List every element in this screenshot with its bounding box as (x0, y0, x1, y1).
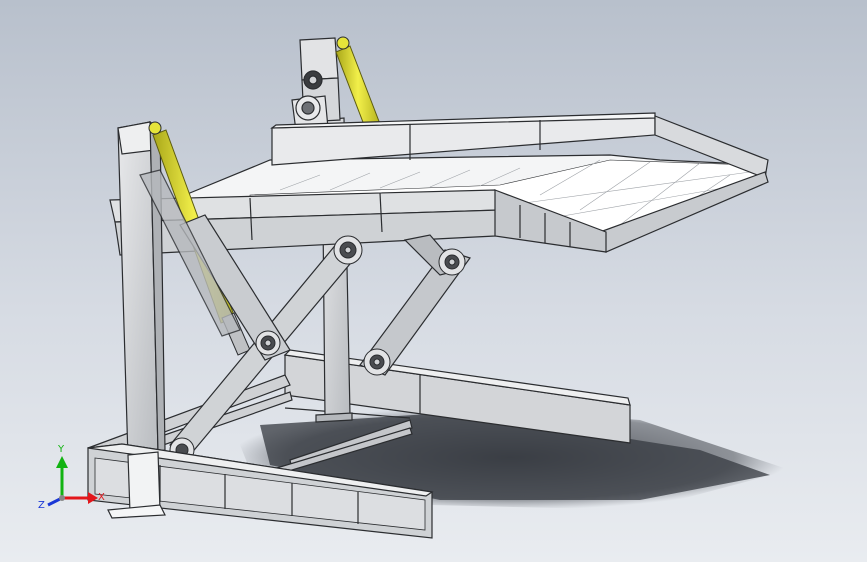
y-axis-label: Y (57, 444, 65, 455)
rear-hydraulic-cylinder (335, 36, 381, 131)
cad-viewport[interactable]: Y X Z (0, 0, 867, 562)
y-axis-arrowhead (56, 456, 68, 468)
z-axis-label: Z (38, 500, 45, 511)
lift-assembly-drawing: Y X Z (38, 36, 790, 539)
x-axis-label: X (98, 492, 105, 503)
triad-origin (59, 495, 65, 501)
